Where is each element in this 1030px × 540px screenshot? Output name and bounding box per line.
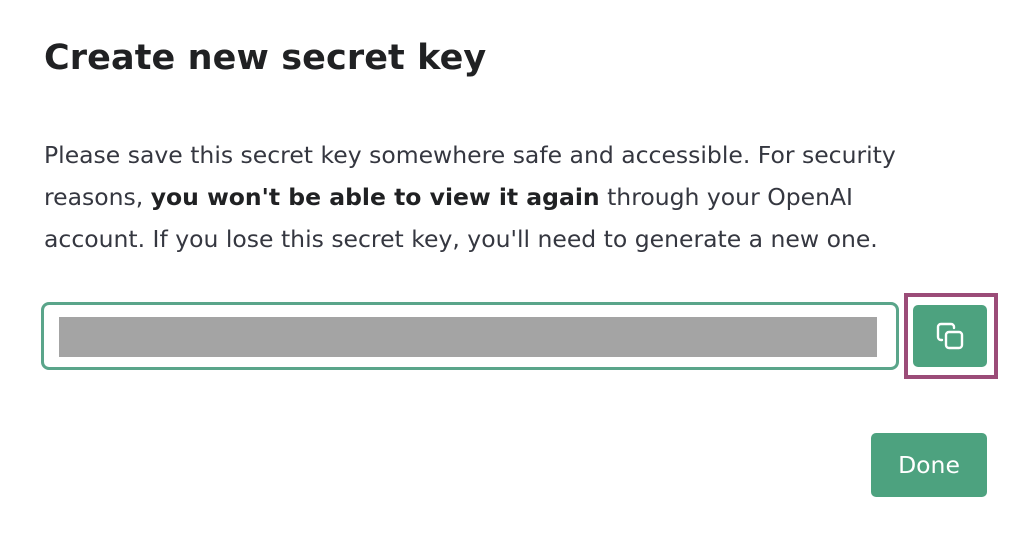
done-button[interactable]: Done xyxy=(871,433,987,497)
description-warning-bold: you won't be able to view it again xyxy=(150,183,600,211)
create-secret-key-dialog: Create new secret key Please save this s… xyxy=(0,0,1030,540)
secret-key-input[interactable] xyxy=(44,305,900,369)
description-line-1: Please save this secret key somewhere sa… xyxy=(44,141,896,169)
description-line-2-start: reasons, xyxy=(44,183,151,211)
dialog-title: Create new secret key xyxy=(44,38,487,78)
dialog-description: Please save this secret key somewhere sa… xyxy=(44,134,1004,260)
secret-key-field[interactable] xyxy=(41,302,900,370)
description-line-2: reasons, you won't be able to view it ag… xyxy=(44,176,1004,218)
copy-icon xyxy=(936,322,964,350)
description-line-3: account. If you lose this secret key, yo… xyxy=(44,225,878,253)
copy-button[interactable] xyxy=(913,305,987,367)
description-line-2-end: through your OpenAI xyxy=(599,183,853,211)
